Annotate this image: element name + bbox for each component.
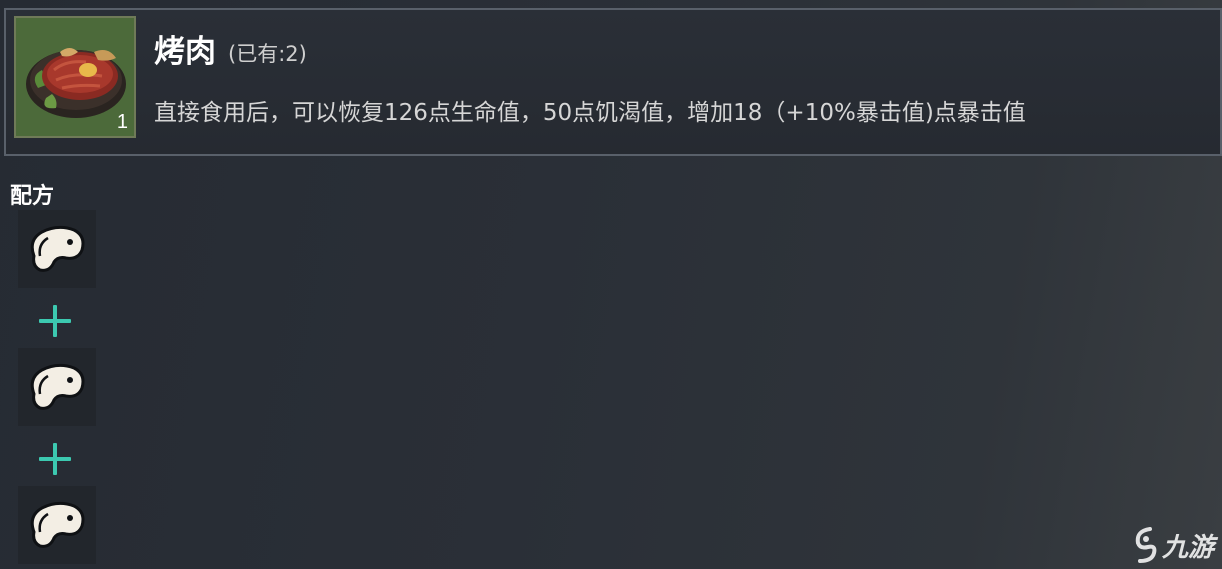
raw-meat-icon — [30, 363, 85, 410]
raw-meat-icon — [30, 225, 85, 272]
item-slot[interactable]: 1 — [14, 16, 136, 138]
item-description: 直接食用后，可以恢复126点生命值，50点饥渴值，增加18（+10%暴击值)点暴… — [154, 100, 1026, 126]
item-info-panel: 1 烤肉 (已有:2) 直接食用后，可以恢复126点生命值，50点饥渴值，增加1… — [4, 8, 1222, 156]
watermark: 九游 — [1130, 525, 1214, 565]
plus-icon — [37, 441, 73, 477]
jiuyou-logo-icon — [1135, 527, 1157, 563]
raw-meat-icon — [30, 501, 85, 548]
ingredient-slot-1[interactable] — [18, 210, 96, 288]
ingredient-slot-2[interactable] — [18, 348, 96, 426]
ingredient-slot-3[interactable] — [18, 486, 96, 564]
plus-icon — [37, 303, 73, 339]
item-count: 1 — [116, 111, 128, 133]
watermark-text: 九游 — [1161, 532, 1214, 563]
recipe-title: 配方 — [10, 184, 55, 209]
item-owned-count: (已有:2) — [228, 42, 307, 66]
item-name: 烤肉 — [154, 34, 216, 70]
